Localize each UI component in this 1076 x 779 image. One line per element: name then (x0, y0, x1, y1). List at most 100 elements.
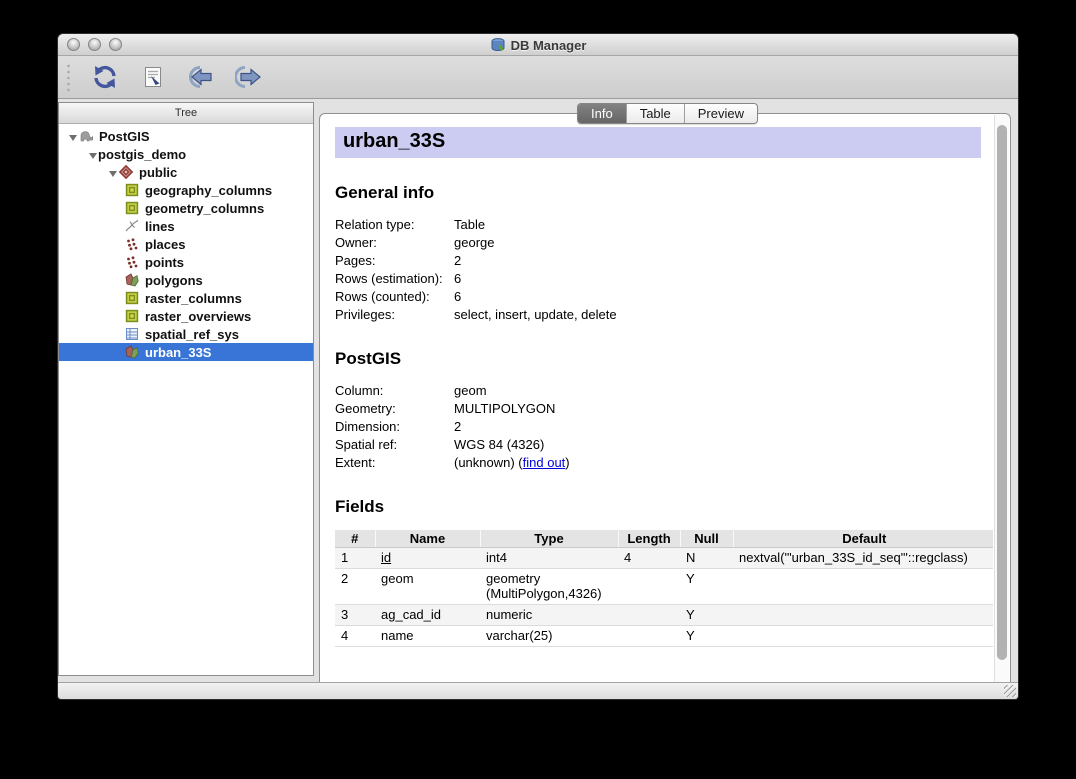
extent-value: (unknown) (find out) (454, 454, 570, 472)
field-length (618, 605, 680, 626)
tree-item-places[interactable]: places (59, 235, 313, 253)
tree-item-spatial-ref-sys[interactable]: spatial_ref_sys (59, 325, 313, 343)
view-tabs: Info Table Preview (577, 103, 758, 124)
toolbar-drag-handle[interactable] (65, 62, 71, 92)
info-row: Relation type:Table (335, 216, 981, 234)
sql-window-button[interactable] (133, 61, 173, 93)
tree-item-points[interactable]: points (59, 253, 313, 271)
tree-item-urban-33s[interactable]: urban_33S (59, 343, 313, 361)
vertical-scrollbar[interactable] (994, 115, 1009, 682)
tree-item-raster-columns[interactable]: raster_columns (59, 289, 313, 307)
tree-item-label: PostGIS (99, 129, 150, 144)
close-button[interactable] (67, 38, 80, 51)
field-default: nextval('"urban_33S_id_seq"'::regclass) (733, 548, 993, 569)
resize-grip-icon[interactable] (1004, 685, 1016, 697)
col-null: Null (680, 530, 733, 548)
info-value: WGS 84 (4326) (454, 436, 544, 454)
table-layer-icon (124, 200, 140, 216)
refresh-button[interactable] (85, 61, 125, 93)
tree-item-polygons[interactable]: polygons (59, 271, 313, 289)
info-label: Dimension: (335, 418, 454, 436)
export-layer-icon (235, 64, 263, 90)
field-row: 4 name varchar(25) Y (335, 626, 993, 647)
tab-info[interactable]: Info (578, 104, 627, 123)
info-row: Spatial ref:WGS 84 (4326) (335, 436, 981, 454)
field-null: Y (680, 569, 733, 605)
tree-item-label: public (139, 165, 177, 180)
import-layer-button[interactable] (181, 61, 221, 93)
export-layer-button[interactable] (229, 61, 269, 93)
field-default (733, 569, 993, 605)
tree-item-label: raster_columns (145, 291, 242, 306)
info-value: 6 (454, 270, 461, 288)
zoom-button[interactable] (109, 38, 122, 51)
field-num: 1 (335, 548, 375, 569)
info-value: 6 (454, 288, 461, 306)
field-type: varchar(25) (480, 626, 618, 647)
postgis-connection-icon (78, 128, 94, 144)
field-null: Y (680, 605, 733, 626)
field-null: Y (680, 626, 733, 647)
col-type: Type (480, 530, 618, 548)
tree-panel-title: Tree (59, 103, 313, 124)
collapse-arrow-icon[interactable] (84, 147, 98, 162)
tree-item-public[interactable]: public (59, 163, 313, 181)
info-label: Extent: (335, 454, 454, 472)
tab-preview[interactable]: Preview (685, 104, 757, 123)
tree-item-label: lines (145, 219, 175, 234)
field-length: 4 (618, 548, 680, 569)
schema-icon (118, 164, 134, 180)
scrollbar-thumb[interactable] (997, 125, 1007, 660)
info-value: select, insert, update, delete (454, 306, 617, 324)
field-name: id (375, 548, 480, 569)
field-name: geom (375, 569, 480, 605)
tab-table[interactable]: Table (627, 104, 685, 123)
tree-item-geography-columns[interactable]: geography_columns (59, 181, 313, 199)
info-row: Column:geom (335, 382, 981, 400)
tree-item-label: spatial_ref_sys (145, 327, 239, 342)
info-value: 2 (454, 418, 461, 436)
polygon-layer-icon (124, 272, 140, 288)
tree-item-label: points (145, 255, 184, 270)
tree-item-label: postgis_demo (98, 147, 186, 162)
collapse-arrow-icon[interactable] (64, 129, 78, 144)
field-num: 2 (335, 569, 375, 605)
info-value: george (454, 234, 494, 252)
info-row-extent: Extent: (unknown) (find out) (335, 454, 981, 472)
table-layer-icon (124, 308, 140, 324)
table-layer-icon (124, 290, 140, 306)
import-layer-icon (187, 64, 215, 90)
find-out-link[interactable]: find out (523, 455, 566, 470)
tree-item-geometry-columns[interactable]: geometry_columns (59, 199, 313, 217)
tree-item-postgis-demo[interactable]: postgis_demo (59, 145, 313, 163)
tree-item-label: urban_33S (145, 345, 211, 360)
info-label: Privileges: (335, 306, 454, 324)
info-row: Dimension:2 (335, 418, 981, 436)
info-content: urban_33S General info Relation type:Tab… (321, 115, 993, 682)
col-length: Length (618, 530, 680, 548)
fields-heading: Fields (335, 497, 981, 517)
collapse-arrow-icon[interactable] (104, 165, 118, 180)
primary-key-field: id (381, 550, 391, 565)
info-row: Rows (counted):6 (335, 288, 981, 306)
field-type: int4 (480, 548, 618, 569)
info-value: Table (454, 216, 485, 234)
extent-suffix: ) (565, 455, 569, 470)
tree-item-raster-overviews[interactable]: raster_overviews (59, 307, 313, 325)
tree-item-lines[interactable]: lines (59, 217, 313, 235)
info-label: Column: (335, 382, 454, 400)
minimize-button[interactable] (88, 38, 101, 51)
point-layer-icon (124, 236, 140, 252)
fields-table: # Name Type Length Null Default 1 id int (335, 530, 993, 647)
db-manager-window: DB Manager Tree (57, 33, 1019, 700)
tree-item-label: polygons (145, 273, 203, 288)
connection-tree: PostGIS postgis_demo public geography_co… (59, 124, 313, 361)
field-length (618, 569, 680, 605)
field-type: geometry (MultiPolygon,4326) (480, 569, 618, 605)
info-row: Owner:george (335, 234, 981, 252)
tree-item-postgis[interactable]: PostGIS (59, 127, 313, 145)
info-label: Spatial ref: (335, 436, 454, 454)
line-layer-icon (124, 218, 140, 234)
title-bar: DB Manager (58, 34, 1018, 56)
field-default (733, 605, 993, 626)
